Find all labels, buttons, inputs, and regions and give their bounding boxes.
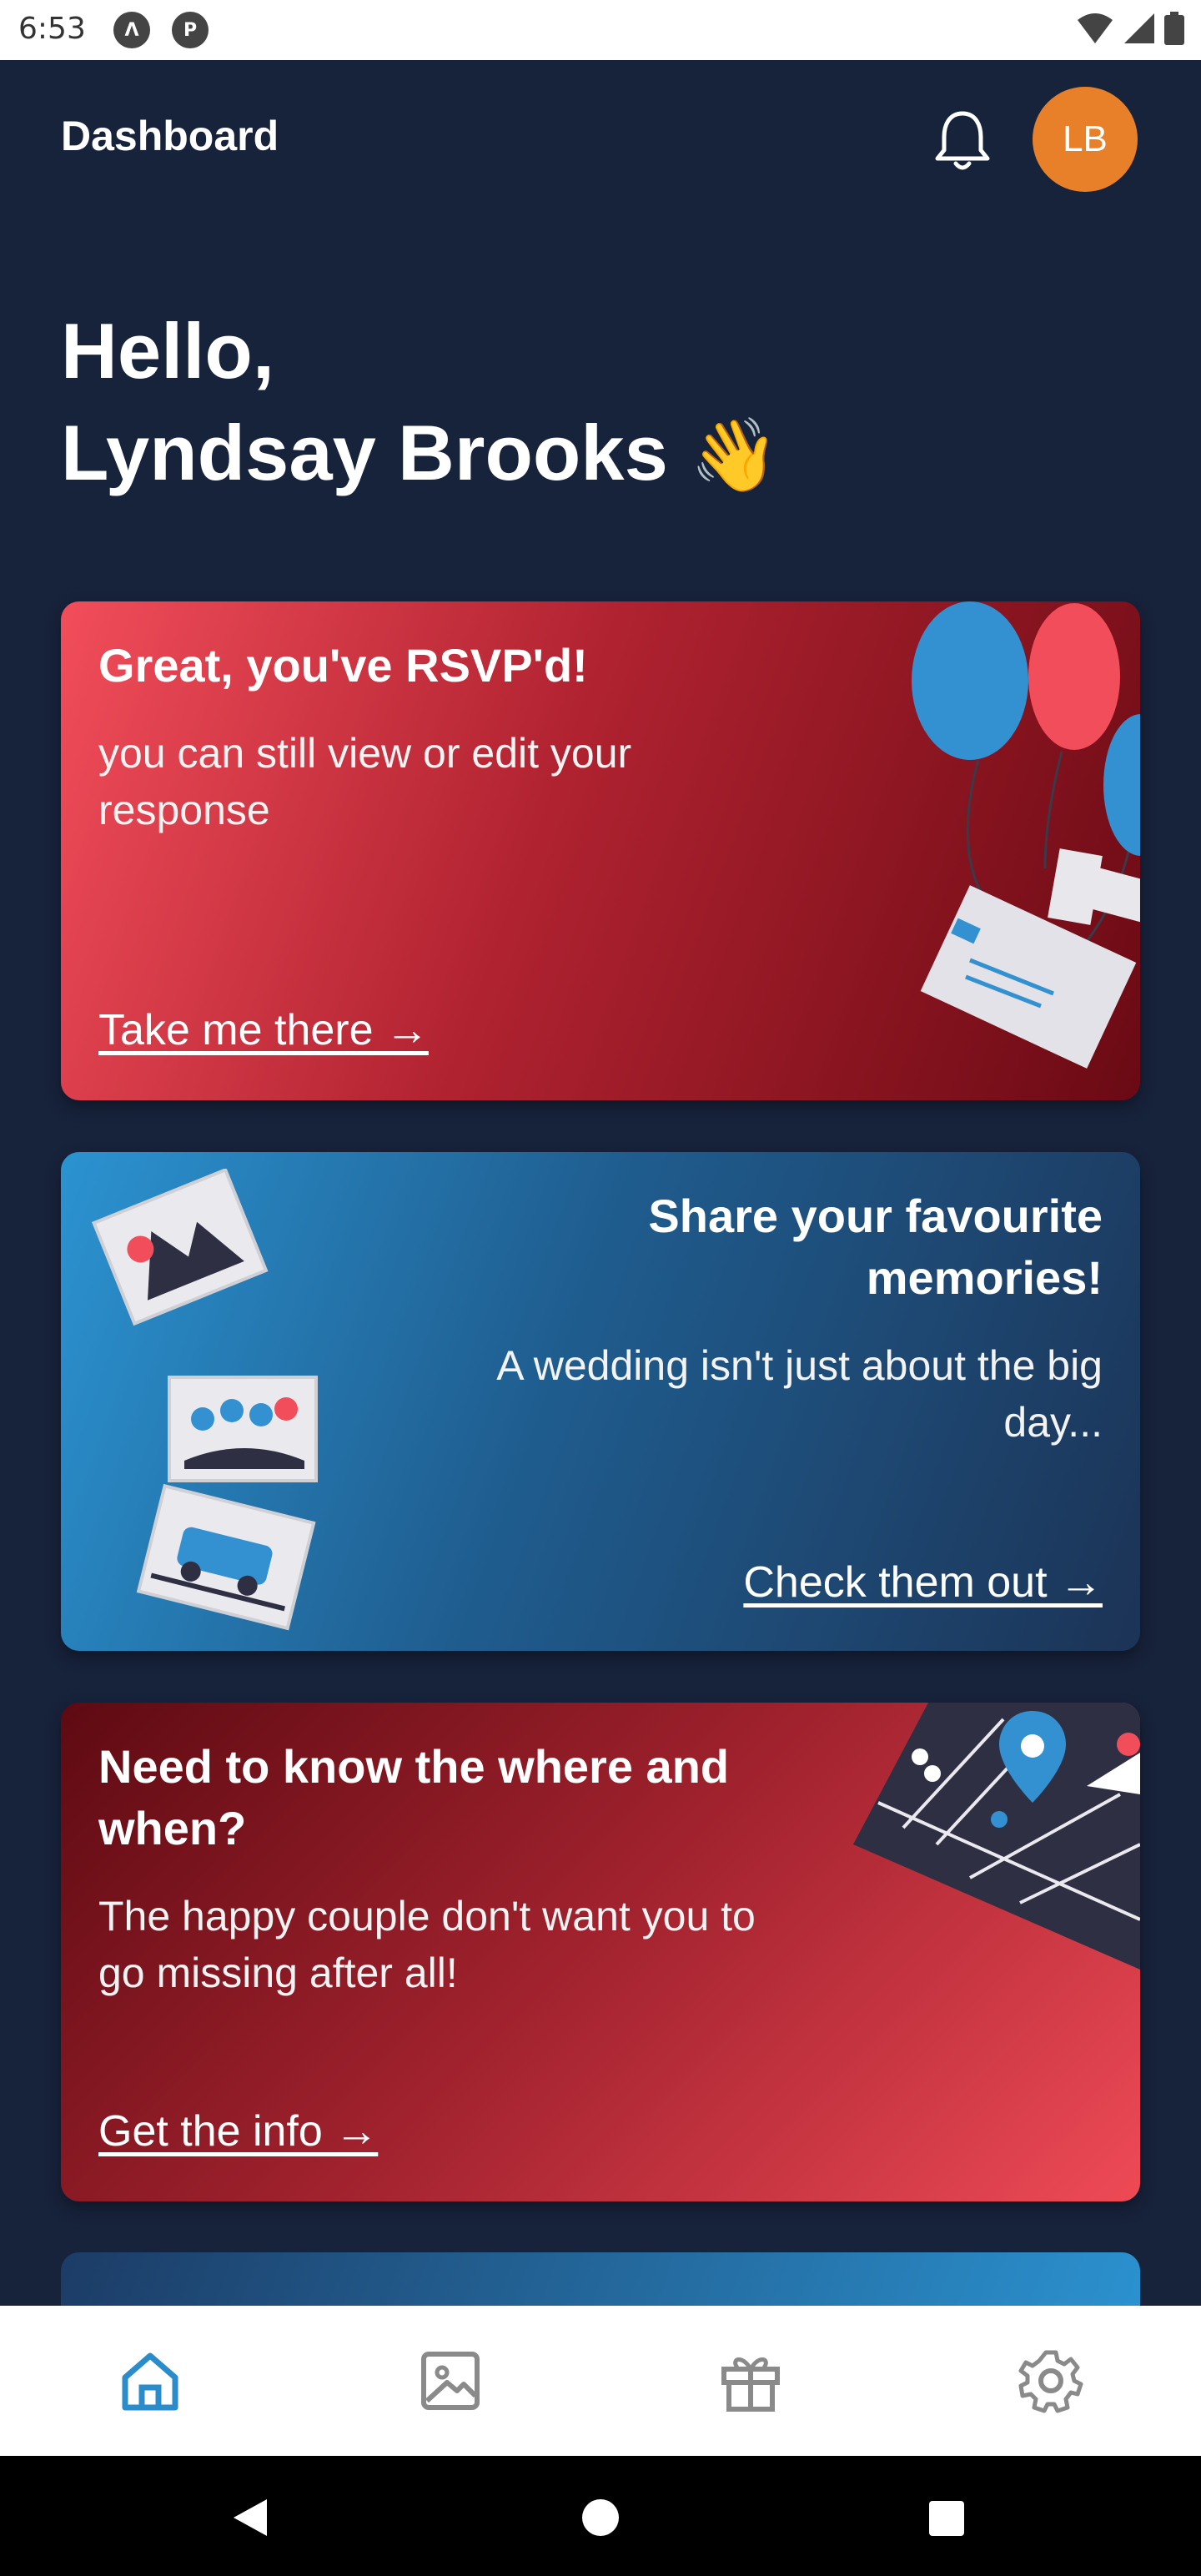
system-nav-bar bbox=[0, 2456, 1201, 2576]
notification-p-icon: P bbox=[172, 12, 209, 48]
back-icon[interactable] bbox=[230, 2498, 270, 2538]
battery-icon bbox=[1164, 12, 1184, 45]
notification-a-icon: Λ bbox=[113, 12, 150, 48]
home-circle-icon[interactable] bbox=[580, 2498, 621, 2538]
info-card[interactable]: Need to know the where and when? The hap… bbox=[61, 1703, 1140, 2201]
rsvp-card-subtitle-2: response bbox=[98, 787, 270, 833]
memories-card-title-2: memories! bbox=[866, 1251, 1103, 1304]
greeting-line1: Hello, bbox=[61, 307, 274, 395]
page-title: Dashboard bbox=[61, 113, 279, 159]
home-icon[interactable] bbox=[115, 2346, 185, 2416]
rsvp-card-title: Great, you've RSVP'd! bbox=[98, 639, 588, 692]
info-card-title-2: when? bbox=[98, 1802, 247, 1854]
avatar[interactable]: LB bbox=[1033, 87, 1138, 192]
map-pin-illustration bbox=[853, 1703, 1140, 1970]
memories-card-title-1: Share your favourite bbox=[648, 1190, 1103, 1242]
avatar-initials: LB bbox=[1063, 118, 1108, 159]
gear-icon[interactable] bbox=[1016, 2346, 1086, 2416]
memories-card-subtitle-1: A wedding isn't just about the big bbox=[496, 1342, 1103, 1389]
gift-icon[interactable] bbox=[716, 2346, 786, 2416]
bell-icon[interactable] bbox=[932, 107, 992, 174]
memories-card-subtitle-2: day... bbox=[1003, 1399, 1103, 1446]
greeting: Hello, Lyndsay Brooks 👋 bbox=[61, 300, 779, 506]
balloons-envelope-illustration bbox=[912, 601, 1140, 1069]
recents-icon[interactable] bbox=[927, 2499, 966, 2538]
wifi-icon bbox=[1078, 13, 1113, 43]
rsvp-card[interactable]: Great, you've RSVP'd! you can still view… bbox=[61, 601, 1140, 1100]
photos-illustration bbox=[91, 1169, 318, 1631]
info-card-subtitle-2: go missing after all! bbox=[98, 1950, 458, 1996]
info-card-subtitle-1: The happy couple don't want you to bbox=[98, 1893, 756, 1940]
bottom-nav bbox=[0, 2306, 1201, 2456]
take-me-there-link[interactable]: Take me there → bbox=[98, 1005, 429, 1055]
check-them-out-link[interactable]: Check them out → bbox=[743, 1557, 1103, 1607]
get-the-info-link[interactable]: Get the info → bbox=[98, 2106, 378, 2156]
image-icon[interactable] bbox=[415, 2346, 485, 2416]
memories-card[interactable]: Share your favourite memories! A wedding… bbox=[61, 1152, 1140, 1651]
info-card-title-1: Need to know the where and bbox=[98, 1740, 730, 1793]
rsvp-card-subtitle-1: you can still view or edit your bbox=[98, 730, 632, 777]
app-header: Dashboard LB bbox=[0, 60, 1201, 219]
waving-hand-icon: 👋 bbox=[689, 415, 780, 496]
status-bar: 6:53 Λ P bbox=[0, 0, 1201, 60]
greeting-name: Lyndsay Brooks bbox=[61, 409, 668, 496]
signal-icon bbox=[1124, 13, 1154, 43]
status-time: 6:53 bbox=[18, 12, 86, 46]
